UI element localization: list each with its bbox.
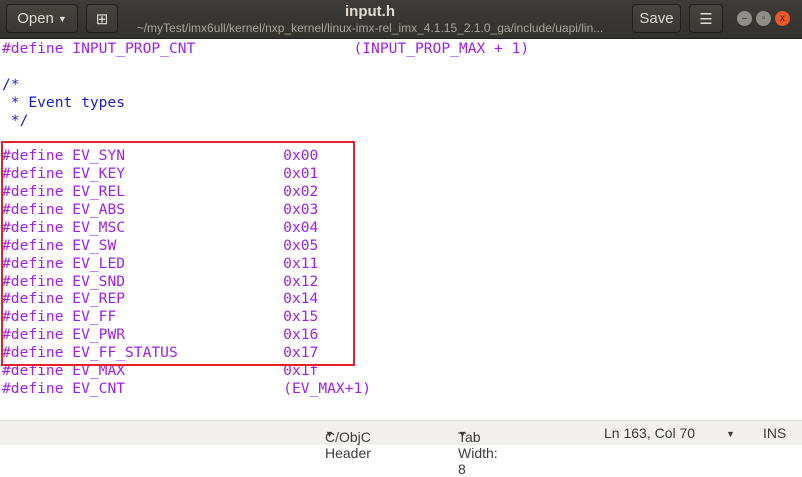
save-button[interactable]: Save	[632, 4, 681, 33]
maximize-icon: ▫	[761, 13, 766, 24]
comment-line: */	[2, 111, 29, 129]
code-line: #define EV_CNT (EV_MAX+1)	[2, 380, 529, 398]
cursor-position[interactable]: Ln 163, Col 70	[604, 425, 695, 441]
comment-line: * Event types	[2, 93, 126, 111]
close-button[interactable]: x	[775, 11, 790, 26]
minimize-icon: –	[741, 13, 748, 24]
window-title: input.h	[345, 3, 395, 20]
close-icon: x	[780, 13, 785, 24]
define-name: INPUT_PROP_CNT	[72, 40, 196, 57]
status-bar: C/ObjC Header ▼ Tab Width: 8 ▼ Ln 163, C…	[0, 420, 802, 477]
new-document-button[interactable]: ⊞	[86, 4, 118, 33]
define-name: EV_CNT	[72, 379, 126, 397]
highlight-box	[1, 141, 355, 366]
minimize-button[interactable]: –	[737, 11, 752, 26]
save-label: Save	[639, 10, 674, 27]
define-keyword: #define	[2, 379, 73, 397]
maximize-button[interactable]: ▫	[756, 11, 771, 26]
chevron-down-icon: ▼	[458, 429, 467, 439]
chevron-down-icon: ▼	[57, 13, 67, 24]
header-bar: Open ▼ ⊞ input.h ~/myTest/imx6ull/kernel/…	[0, 0, 802, 39]
chevron-down-icon[interactable]: ▼	[726, 429, 735, 439]
define-value: (INPUT_PROP_MAX + 1)	[353, 40, 530, 57]
chevron-down-icon: ▼	[325, 429, 334, 439]
hamburger-icon: ☰	[699, 10, 713, 28]
new-document-icon: ⊞	[95, 10, 109, 28]
comment-line: /*	[2, 75, 20, 93]
file-path: ~/myTest/imx6ull/kernel/nxp_kernel/linux…	[136, 21, 604, 35]
open-label: Open	[17, 10, 54, 27]
insert-mode: INS	[763, 425, 787, 441]
define-value: (EV_MAX+1)	[283, 379, 372, 397]
code-line: #define INPUT_PROP_CNT (INPUT_PROP_MAX +…	[2, 40, 529, 58]
define-keyword: #define	[2, 40, 73, 57]
menu-button[interactable]: ☰	[689, 4, 723, 33]
open-button[interactable]: Open ▼	[6, 4, 78, 33]
